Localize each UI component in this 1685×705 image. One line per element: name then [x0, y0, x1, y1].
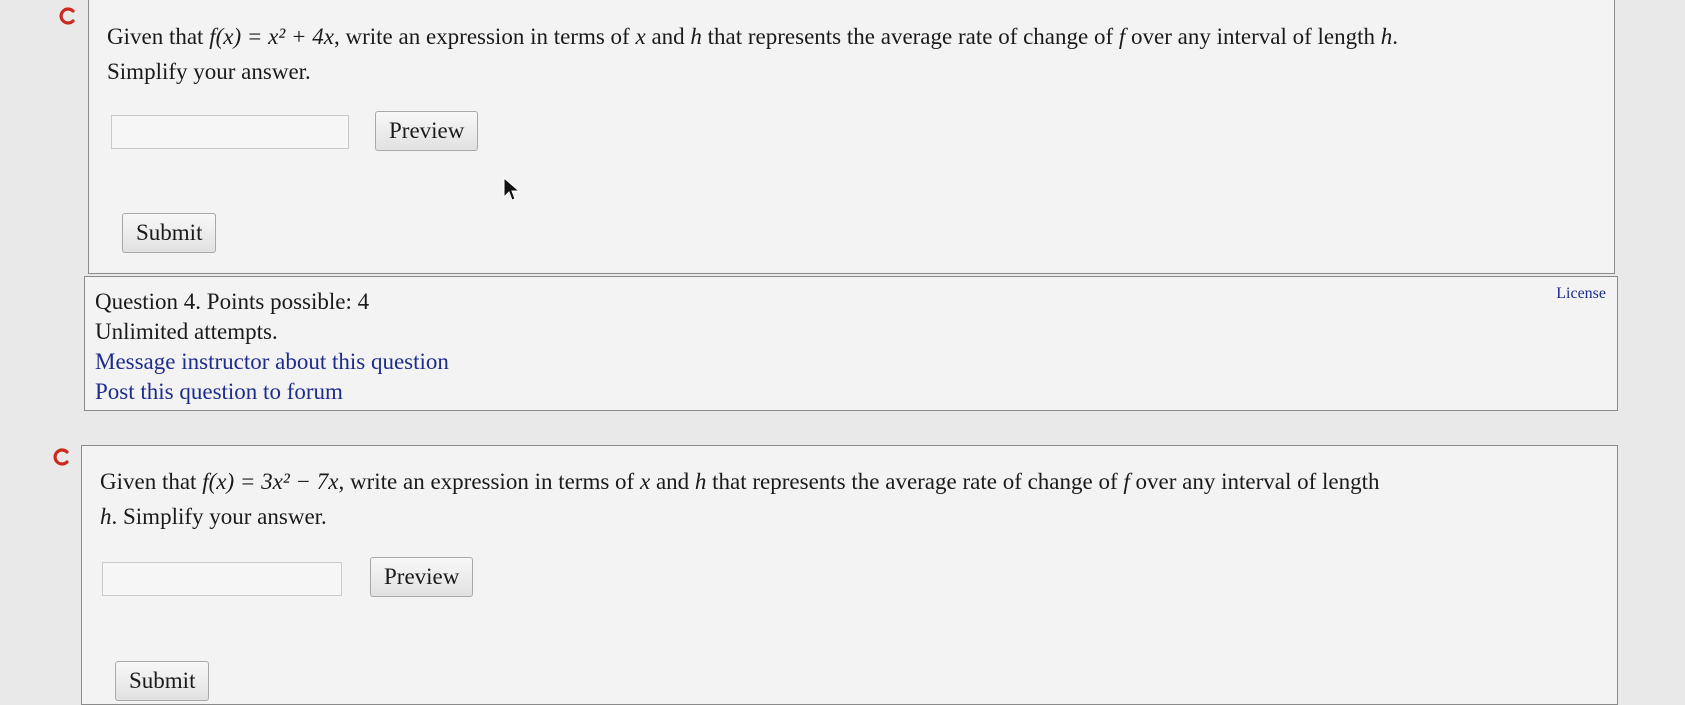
- refresh-icon[interactable]: [58, 6, 78, 26]
- mouse-pointer-icon: [503, 177, 521, 201]
- question-text-2: Given that f(x) = 3x² − 7x, write an exp…: [100, 469, 1380, 529]
- function-expression: f(x) = 3x² − 7x: [202, 469, 339, 494]
- attempts-text: Unlimited attempts.: [95, 319, 278, 344]
- question-panel-1: Given that f(x) = x² + 4x, write an expr…: [88, 0, 1615, 274]
- refresh-icon[interactable]: [52, 447, 72, 467]
- preview-button-1[interactable]: Preview: [375, 111, 479, 151]
- submit-button-2[interactable]: Submit: [115, 661, 210, 701]
- post-to-forum-link[interactable]: Post this question to forum: [95, 377, 343, 407]
- question-panel-2: Given that f(x) = 3x² − 7x, write an exp…: [81, 445, 1618, 705]
- points-text: Question 4. Points possible: 4: [95, 289, 370, 314]
- answer-input-2[interactable]: [102, 562, 342, 596]
- submit-button-1[interactable]: Submit: [122, 213, 217, 253]
- license-link[interactable]: License: [1556, 285, 1606, 303]
- function-expression: f(x) = x² + 4x: [209, 24, 334, 49]
- question-text-1: Given that f(x) = x² + 4x, write an expr…: [107, 24, 1399, 84]
- question-info-panel: Question 4. Points possible: 4 Unlimited…: [84, 276, 1618, 411]
- message-instructor-link[interactable]: Message instructor about this question: [95, 347, 449, 377]
- preview-button-2[interactable]: Preview: [370, 557, 474, 597]
- answer-input-1[interactable]: [111, 115, 349, 149]
